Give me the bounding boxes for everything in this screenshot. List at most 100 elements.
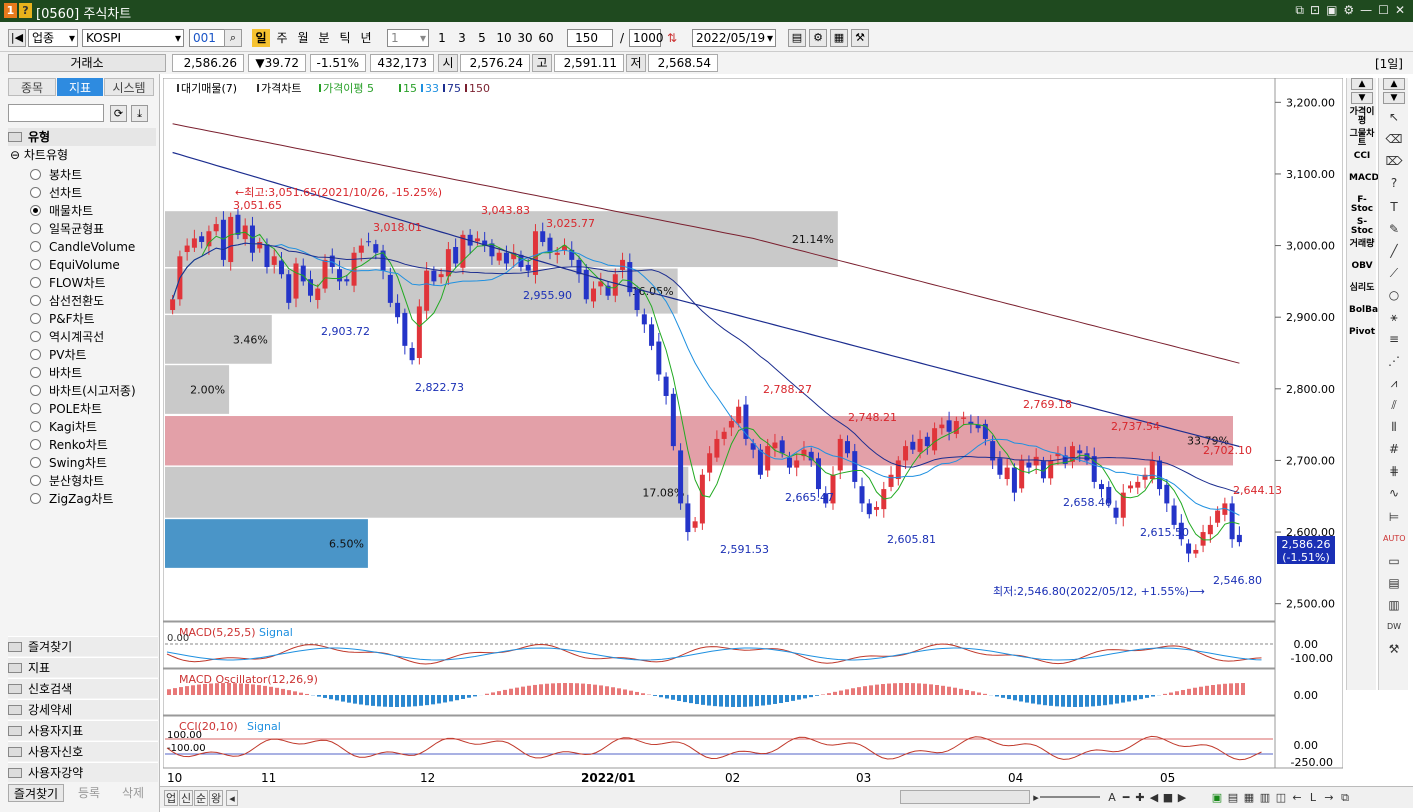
chart-type-option[interactable]: 봉차트 <box>30 166 82 184</box>
chart-type-option[interactable]: Kagi차트 <box>30 418 97 436</box>
scroll-left-icon[interactable]: ◂ <box>226 790 238 806</box>
split-icon[interactable]: ▥ <box>1258 790 1272 806</box>
chart-type-option[interactable]: 선차트 <box>30 184 82 202</box>
chart-type-option[interactable]: FLOW차트 <box>30 274 106 292</box>
restore-icon[interactable]: ⧉ <box>1295 3 1304 18</box>
save-icon[interactable]: ▤ <box>1226 790 1240 806</box>
panel-menu-item[interactable]: 사용자강약 <box>8 762 158 782</box>
zoom-out-icon[interactable]: ━ <box>1120 790 1132 806</box>
up-arrow-icon[interactable]: ▲ <box>1351 78 1373 90</box>
export-icon[interactable]: ⧉ <box>1338 790 1352 806</box>
radio-button[interactable] <box>30 295 41 306</box>
favorites-button[interactable]: 즐겨찾기 <box>8 784 64 802</box>
fan-icon[interactable]: ⩘ <box>1383 374 1405 392</box>
cycle-icon[interactable]: ⦀ <box>1383 418 1405 436</box>
play-icon[interactable]: ▶ <box>1176 790 1188 806</box>
period-tick[interactable]: 틱 <box>336 29 354 47</box>
chart-type-option[interactable]: Swing차트 <box>30 454 107 472</box>
back-icon[interactable]: ← <box>1290 790 1304 806</box>
question-icon[interactable]: ? <box>1383 174 1405 192</box>
radio-button[interactable] <box>30 349 41 360</box>
chart-type-option[interactable]: 바차트 <box>30 364 82 382</box>
interval-1[interactable]: 1 <box>434 29 450 47</box>
horizontal-scrollbar[interactable] <box>900 790 1030 804</box>
gann-icon[interactable]: ⋰ <box>1383 352 1405 370</box>
count-input[interactable]: 150 <box>567 29 613 47</box>
tab-indicator[interactable]: 지표 <box>57 78 103 96</box>
interval-30[interactable]: 30 <box>515 29 535 47</box>
tab-system[interactable]: 시스템 <box>104 78 154 96</box>
fibonacci-icon[interactable]: ≡ <box>1383 330 1405 348</box>
download-icon[interactable]: ⤓ <box>131 105 148 122</box>
prev-icon[interactable]: ◀ <box>1148 790 1160 806</box>
radio-button[interactable] <box>30 475 41 486</box>
gear-icon[interactable]: ⚙ <box>809 29 827 47</box>
period-year[interactable]: 년 <box>357 29 375 47</box>
chart-type-option[interactable]: PV차트 <box>30 346 87 364</box>
indicator-shortcut[interactable]: 거래량 <box>1349 240 1375 249</box>
chart-type-option[interactable]: P&F차트 <box>30 310 95 328</box>
indicator-shortcut[interactable]: MACD <box>1349 174 1379 183</box>
register-button[interactable]: 등록 <box>68 784 110 802</box>
interval-select[interactable]: 1 ▾ <box>387 29 429 47</box>
gear-icon[interactable]: ⚙ <box>1343 3 1354 18</box>
radio-button[interactable] <box>30 259 41 270</box>
circle-icon[interactable]: ○ <box>1383 286 1405 304</box>
radio-button[interactable] <box>30 331 41 342</box>
forward-icon[interactable]: → <box>1322 790 1336 806</box>
radio-button[interactable] <box>30 439 41 450</box>
all-erase-icon[interactable]: ⌦ <box>1383 152 1405 170</box>
maximize-icon[interactable]: ☐ <box>1378 3 1389 18</box>
period-minute[interactable]: 분 <box>315 29 333 47</box>
indicator-shortcut[interactable]: 그물차트 <box>1349 130 1375 148</box>
first-icon[interactable]: |◀ <box>8 29 26 47</box>
up-arrow-icon[interactable]: ▲ <box>1383 78 1405 90</box>
chart-type-option[interactable]: 바차트(시고저종) <box>30 382 136 400</box>
total-input[interactable]: 1000 <box>629 29 664 47</box>
tab-order[interactable]: 순 <box>194 790 208 806</box>
bar-chart-icon[interactable]: ▥ <box>1383 596 1405 614</box>
radio-button[interactable] <box>30 205 41 216</box>
save-icon[interactable]: ▦ <box>830 29 848 47</box>
chart-type-option[interactable]: 삼선전환도 <box>30 292 104 310</box>
code-input[interactable]: 001 <box>189 29 225 47</box>
excel-icon[interactable]: ▣ <box>1210 790 1224 806</box>
scroll-right-icon[interactable]: ▸ <box>1030 790 1042 806</box>
chart-type-option[interactable]: 역시계곡선 <box>30 328 104 346</box>
section-type[interactable]: 유형 <box>8 128 156 146</box>
interval-5[interactable]: 5 <box>474 29 490 47</box>
indicator-shortcut[interactable]: 가격이평 <box>1349 108 1375 126</box>
layout-icon[interactable]: ▦ <box>1242 790 1256 806</box>
radio-button[interactable] <box>30 385 41 396</box>
level-icon[interactable]: ⊨ <box>1383 508 1405 526</box>
chart-type-icon[interactable]: ◫ <box>1274 790 1288 806</box>
search-icon[interactable]: ⌕ <box>224 29 242 47</box>
cursor-icon[interactable]: ↖ <box>1383 108 1405 126</box>
stop-icon[interactable]: ■ <box>1162 790 1174 806</box>
tree-root[interactable]: ⊖ 차트유형 <box>10 146 158 164</box>
interval-10[interactable]: 10 <box>494 29 514 47</box>
radio-button[interactable] <box>30 403 41 414</box>
radio-button[interactable] <box>30 313 41 324</box>
delete-button[interactable]: 삭제 <box>112 784 154 802</box>
wave-icon[interactable]: ∿ <box>1383 484 1405 502</box>
pen-icon[interactable]: ✎ <box>1383 220 1405 238</box>
grid-icon[interactable]: # <box>1383 440 1405 458</box>
indicator-shortcut[interactable]: 심리도 <box>1349 284 1375 293</box>
tools-icon[interactable]: ⚒ <box>851 29 869 47</box>
refresh-icon[interactable]: ⟳ <box>110 105 127 122</box>
indicator-shortcut[interactable]: Pivot <box>1349 328 1375 337</box>
radio-button[interactable] <box>30 421 41 432</box>
radio-button[interactable] <box>30 241 41 252</box>
chart-type-option[interactable]: 분산형차트 <box>30 472 104 490</box>
indicator-shortcut[interactable]: F-Stoc <box>1349 196 1375 214</box>
radio-button[interactable] <box>30 169 41 180</box>
market-type-select[interactable]: 업종 ▾ <box>28 29 78 47</box>
pattern-icon[interactable]: ⚹ <box>1383 308 1405 326</box>
chart-type-option[interactable]: Renko차트 <box>30 436 108 454</box>
chart-type-option[interactable]: POLE차트 <box>30 400 102 418</box>
doc-icon[interactable]: ▤ <box>1383 574 1405 592</box>
index-select[interactable]: KOSPI ▾ <box>82 29 184 47</box>
eraser-icon[interactable]: ⌫ <box>1383 130 1405 148</box>
tab-up[interactable]: 업 <box>164 790 178 806</box>
